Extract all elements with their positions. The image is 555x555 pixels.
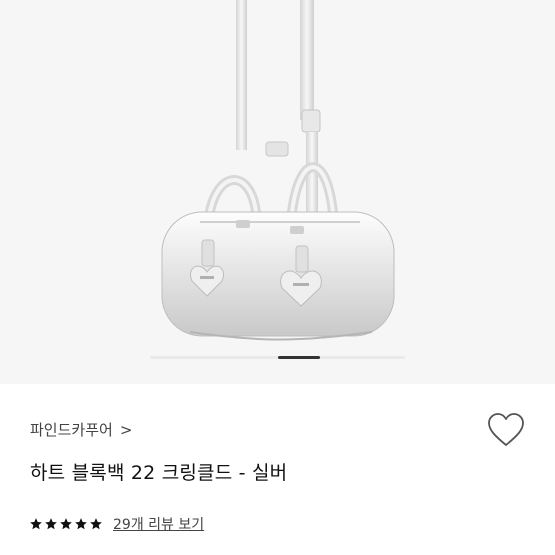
star-filled-icon — [45, 518, 57, 530]
brand-name: 파인드카푸어 — [30, 421, 113, 439]
product-title: 하트 블록백 22 크링클드 - 실버 — [30, 462, 288, 484]
star-filled-icon — [90, 518, 102, 530]
star-filled-icon — [60, 518, 72, 530]
review-link[interactable]: 29개 리뷰 보기 — [113, 514, 204, 534]
product-image-carousel[interactable] — [0, 0, 555, 384]
product-image — [161, 0, 395, 341]
brand-link[interactable]: 파인드카푸어 > — [30, 419, 132, 440]
rating-row: 29개 리뷰 보기 — [29, 514, 204, 534]
rating-stars — [29, 517, 103, 531]
star-filled-icon — [75, 518, 87, 530]
carousel-indicator — [278, 356, 320, 359]
star-filled-icon — [30, 518, 42, 530]
chevron-right-icon: > — [119, 420, 133, 439]
heart-outline-icon[interactable] — [487, 412, 525, 448]
